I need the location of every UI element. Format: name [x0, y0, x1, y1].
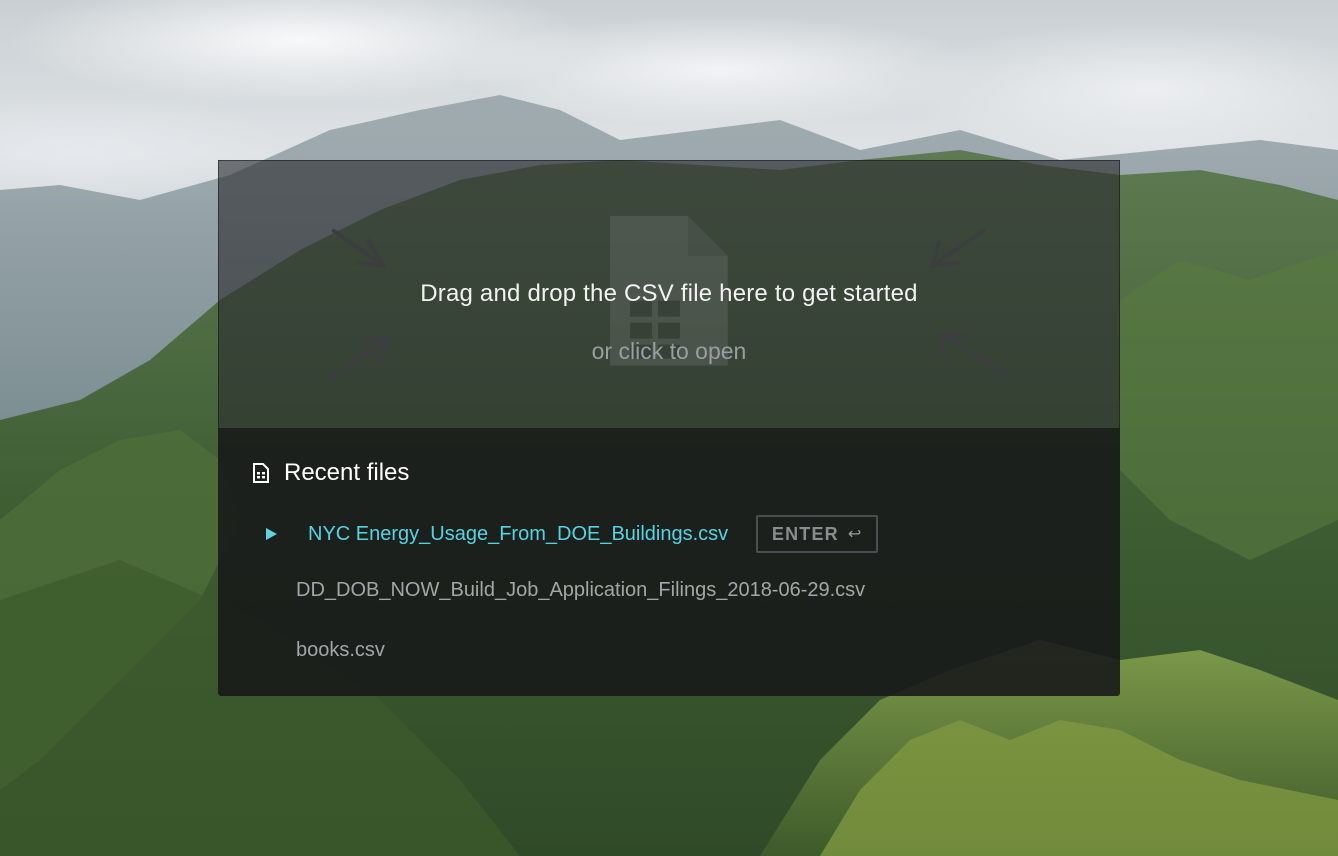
enter-button-label: ENTER [771, 523, 839, 544]
drop-zone-title: Drag and drop the CSV file here to get s… [420, 280, 918, 307]
recent-file-name[interactable]: NYC Energy_Usage_From_DOE_Buildings.csv [308, 523, 728, 546]
recent-file-item-selected[interactable]: NYC Energy_Usage_From_DOE_Buildings.csv … [258, 515, 879, 553]
file-drop-zone[interactable]: Drag and drop the CSV file here to get s… [218, 160, 1120, 428]
recent-files-panel: Recent files NYC Energy_Usage_From_DOE_B… [218, 428, 1120, 696]
recent-file-item[interactable]: DD_DOB_NOW_Build_Job_Application_Filings… [296, 573, 865, 607]
play-icon [266, 528, 277, 540]
return-icon: ↩ [847, 526, 863, 543]
recent-file-name[interactable]: DD_DOB_NOW_Build_Job_Application_Filings… [296, 579, 865, 602]
recent-file-name[interactable]: books.csv [296, 639, 385, 662]
recent-files-header: Recent files [252, 458, 409, 488]
enter-button[interactable]: ENTER ↩ [756, 515, 879, 553]
recent-files-title: Recent files [284, 459, 410, 486]
recent-file-item[interactable]: books.csv [296, 633, 385, 667]
document-icon [253, 463, 269, 483]
drop-zone-subtitle[interactable]: or click to open [219, 338, 1119, 365]
